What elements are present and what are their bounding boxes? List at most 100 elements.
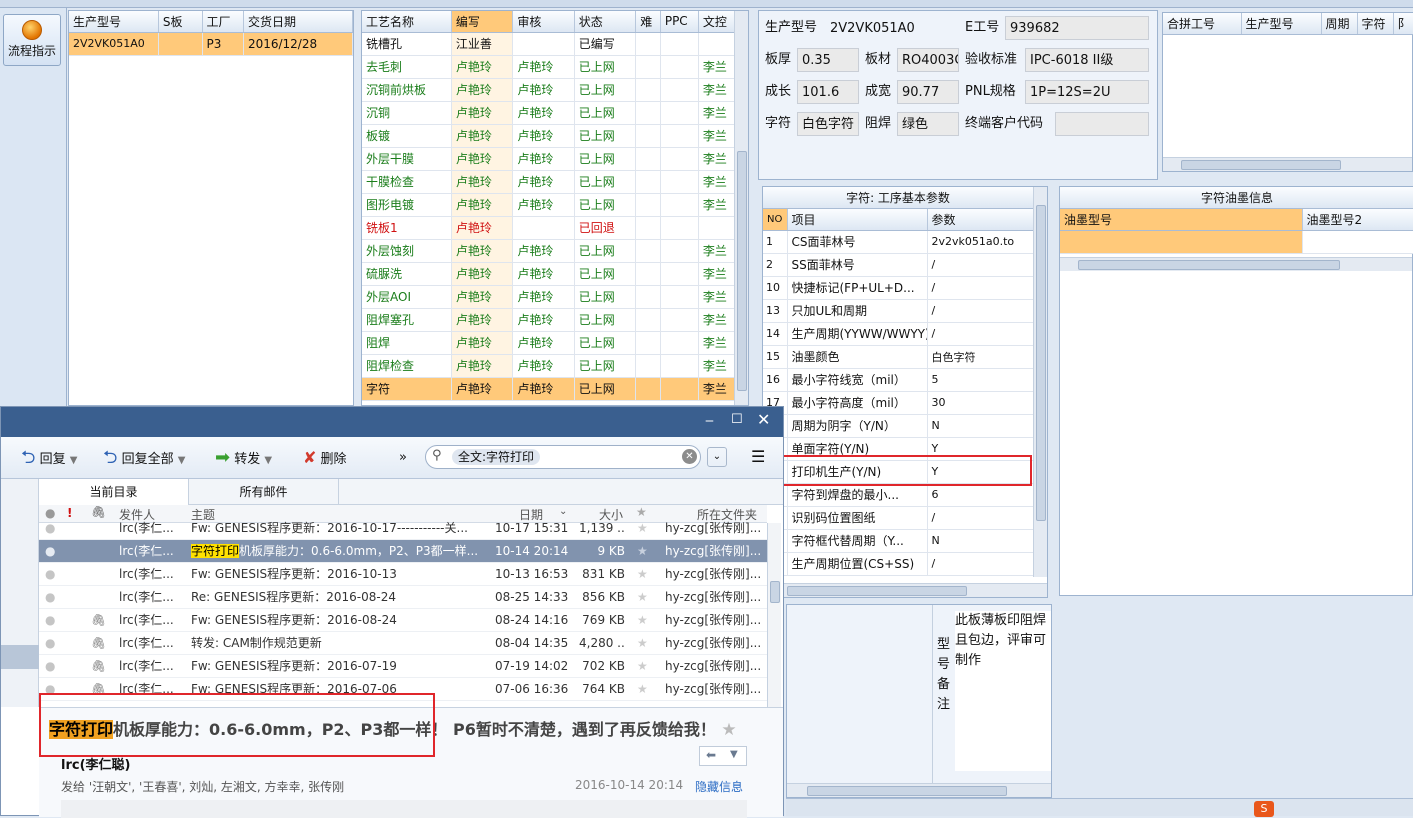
scroll-thumb[interactable] [1181,160,1341,170]
table-row[interactable]: 阻焊塞孔 卢艳玲 卢艳玲 已上网 李兰 [362,308,749,332]
delete-button[interactable]: ✘ 删除 [303,445,347,471]
table-row[interactable]: 硫脲洗 卢艳玲 卢艳玲 已上网 李兰 [362,262,749,286]
table-row[interactable]: 周期为阴字（Y/N） N [763,414,1034,438]
table-row[interactable]: 14 生产周期(YYWW/WWYY) / [763,322,1034,346]
more-button[interactable]: » [399,445,407,471]
mail-list-item[interactable]: ● 🖇 lrc(李仁... Fw: GENESIS程序更新：2016-08-24 08-… [39,609,767,632]
table-row[interactable]: 字符到焊盘的最小... 6 [763,483,1034,507]
ink-grid-hscroll[interactable] [1060,257,1412,271]
preview-reply-icon[interactable]: ⬅ ▼ [699,746,747,766]
col-delivery-date[interactable]: 交货日期 [243,11,354,33]
table-row[interactable]: 阻焊检查 卢艳玲 卢艳玲 已上网 李兰 [362,354,749,378]
search-options-icon[interactable]: ⌄ [707,447,727,467]
table-row[interactable]: 识别码位置图纸 / [763,506,1034,530]
table-row[interactable]: 图形电镀 卢艳玲 卢艳玲 已上网 李兰 [362,193,749,217]
param-grid-scrollbar[interactable] [1033,187,1047,577]
star-icon[interactable]: ★ [637,586,648,609]
length-field[interactable]: 101.6 [797,80,859,104]
menu-icon[interactable]: ☰ [751,447,765,466]
char-field[interactable]: 白色字符 [797,112,859,136]
table-row[interactable]: 16 最小字符线宽（mil） 5 [763,368,1034,392]
col-difficulty[interactable]: 难 [635,11,661,33]
search-input[interactable]: 全文:字符打印 [452,449,541,465]
star-icon[interactable]: ★ [637,655,648,678]
col-ink-type[interactable]: 油墨型号 [1060,209,1303,231]
col-item[interactable]: 项目 [787,209,928,231]
merge-grid-hscroll[interactable] [1163,157,1412,171]
col-reviewer[interactable]: 审核 [512,11,575,33]
table-row[interactable]: 生产周期位置(CS+SS) / [763,552,1034,576]
scroll-thumb[interactable] [737,151,747,391]
pnl-field[interactable]: 1P=12S=2U [1025,80,1149,104]
note-hscroll[interactable] [787,783,1051,797]
tab-current-folder[interactable]: 当前目录 [39,479,189,505]
mail-list-item[interactable]: ● 🖇 lrc(李仁... Fw: GENESIS程序更新：2016-07-19 07-… [39,655,767,678]
reply-button[interactable]: ⮌ 回复 ▼ [21,445,77,471]
table-row[interactable]: 字符 卢艳玲 卢艳玲 已上网 李兰 [362,377,749,401]
folder-pane-selected[interactable] [1,645,39,669]
col-ppc[interactable]: PPC [660,11,699,33]
table-row[interactable]: 15 油墨颜色 白色字符 [763,345,1034,369]
reply-all-button[interactable]: ⮌ 回复全部 ▼ [103,445,185,471]
scroll-thumb[interactable] [1078,260,1340,270]
table-row[interactable]: 2 SS面菲林号 / [763,253,1034,277]
col-part-no[interactable]: 生产型号 [69,11,159,33]
col-ink-type2[interactable]: 油墨型号2 [1302,209,1413,231]
thickness-field[interactable]: 0.35 [797,48,859,72]
scroll-thumb[interactable] [770,581,780,603]
table-row[interactable]: 外层蚀刻 卢艳玲 卢艳玲 已上网 李兰 [362,239,749,263]
tab-all-mail[interactable]: 所有邮件 [189,479,339,505]
col-status[interactable]: 状态 [574,11,637,33]
customer-field[interactable] [1055,112,1149,136]
col-writer[interactable]: 编写 [451,11,514,33]
table-row[interactable]: 去毛刺 卢艳玲 卢艳玲 已上网 李兰 [362,55,749,79]
mail-list-item[interactable]: ● lrc(李仁... Re: GENESIS程序更新：2016-08-24 08-2… [39,586,767,609]
mask-field[interactable]: 绿色 [897,112,959,136]
minimize-icon[interactable]: ‒ [705,413,714,429]
star-icon[interactable]: ★ [721,720,736,740]
table-row[interactable]: 17 最小字符高度（mil） 30 [763,391,1034,415]
col-process-name[interactable]: 工艺名称 [362,11,452,33]
mail-list-item[interactable]: ● lrc(李仁... Fw: GENESIS程序更新：2016-10-13 10-1… [39,563,767,586]
table-row[interactable]: 字符框代替周期（Y... N [763,529,1034,553]
scroll-thumb[interactable] [807,786,1007,796]
star-icon[interactable]: ★ [637,609,648,632]
flow-guide-button[interactable]: 流程指示 [3,14,61,66]
table-row[interactable]: 干膜检查 卢艳玲 卢艳玲 已上网 李兰 [362,170,749,194]
table-row[interactable]: 1 CS面菲林号 2v2vk051a0.to [763,230,1034,254]
col-no[interactable]: NO [763,209,788,231]
col-merge-part[interactable]: 生产型号 [1241,13,1322,35]
table-row[interactable]: 阻焊 卢艳玲 卢艳玲 已上网 李兰 [362,331,749,355]
col-merge-period[interactable]: 周期 [1321,13,1358,35]
mail-list-scrollbar[interactable] [767,523,781,707]
material-field[interactable]: RO4003C [897,48,959,72]
star-icon[interactable]: ★ [637,540,648,563]
table-row[interactable]: 2V2VK051A0 P3 2016/12/28 [69,32,354,56]
table-row[interactable]: 13 只加UL和周期 / [763,299,1034,323]
hide-info-link[interactable]: 隐藏信息 [695,778,743,795]
standard-field[interactable]: IPC-6018 II级 [1025,48,1149,72]
col-s-board[interactable]: S板 [158,11,203,33]
process-grid-scrollbar[interactable] [734,11,748,405]
ime-icon[interactable]: S [1254,801,1274,817]
table-row[interactable]: 板镀 卢艳玲 卢艳玲 已上网 李兰 [362,124,749,148]
table-row[interactable]: 沉铜前烘板 卢艳玲 卢艳玲 已上网 李兰 [362,78,749,102]
param-grid-hscroll[interactable] [763,583,1047,597]
maximize-icon[interactable]: ☐ [731,412,743,427]
scroll-thumb[interactable] [787,586,967,596]
mail-search-box[interactable]: ⚲ 全文:字符打印 ✕ [425,445,701,469]
mail-list-item[interactable]: ● lrc(李仁... Fw: GENESIS程序更新：2016-10-17----… [39,517,767,540]
close-icon[interactable]: ✕ [757,410,770,429]
star-icon[interactable]: ★ [637,632,648,655]
table-row[interactable] [1060,230,1413,254]
col-merge-char[interactable]: 字符 [1357,13,1394,35]
table-row[interactable]: 铣槽孔 江业善 已编写 [362,32,749,56]
width-field[interactable]: 90.77 [897,80,959,104]
star-icon[interactable]: ★ [637,678,648,701]
mail-list-item[interactable]: ● lrc(李仁... 字符打印机板厚能力：0.6-6.0mm，P2、P3都一样..… [39,540,767,563]
mail-list-item[interactable]: ● 🖇 lrc(李仁... 转发: CAM制作规范更新 08-04 14:35 4,280… [39,632,767,655]
table-row[interactable]: 沉铜 卢艳玲 卢艳玲 已上网 李兰 [362,101,749,125]
col-factory[interactable]: 工厂 [202,11,244,33]
col-param[interactable]: 参数 [927,209,1034,231]
col-merge-extra[interactable]: 阝 [1393,13,1413,35]
